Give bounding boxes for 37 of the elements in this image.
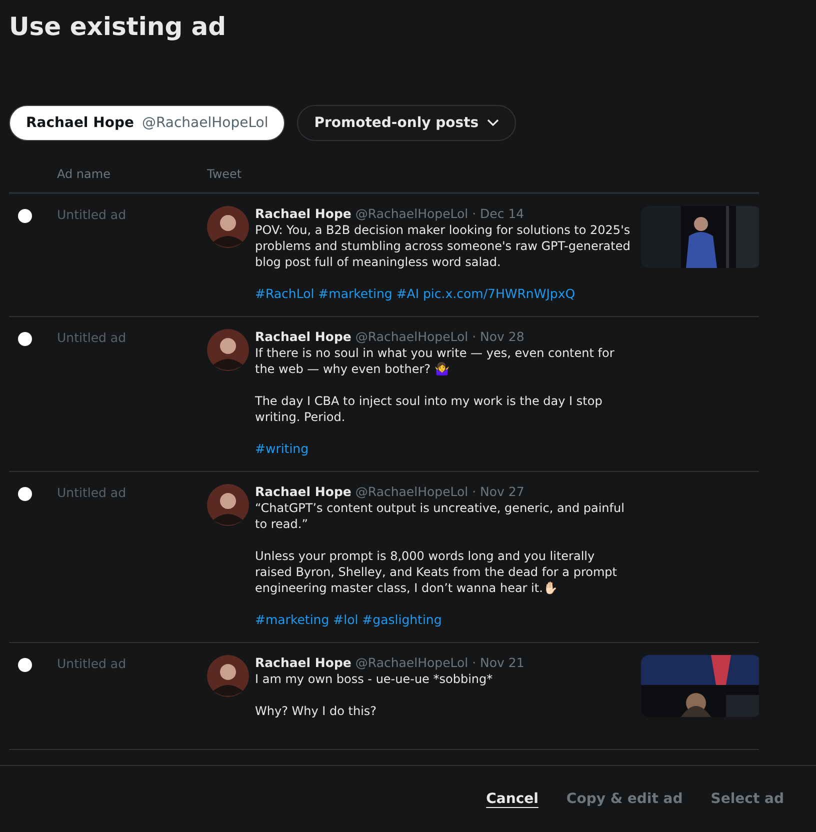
tweet-text: “ChatGPT’s content output is uncreative, generic, and painful to read.” bbox=[255, 500, 626, 532]
author-name: Rachael Hope bbox=[255, 329, 352, 345]
footer-button[interactable]: Cancel bbox=[474, 785, 550, 813]
ad-name: Untitled ad bbox=[57, 206, 128, 224]
column-header: Ad name bbox=[57, 167, 112, 181]
avatar-icon bbox=[207, 329, 249, 371]
hashtag-links[interactable]: #marketing #lol #gaslighting bbox=[255, 612, 635, 628]
avatar-icon bbox=[207, 206, 249, 248]
radio-button[interactable] bbox=[18, 658, 32, 672]
tweet-text: Why? Why I do this? bbox=[255, 703, 378, 719]
tweet-text: POV: You, a B2B decision maker looking for solutions to 2025's problems and stumbling across someone's raw GPT-generated blog post full of meaningless word salad. bbox=[255, 222, 632, 270]
tweet-text: Unless your prompt is 8,000 words long and you literally raised Byron, Shelley, and Keats from the dead for a prompt engineering master class, I don’t wanna hear it.✋🏻 bbox=[255, 548, 618, 596]
chevron-down-icon bbox=[486, 119, 499, 127]
account-chip[interactable]: Rachael Hope @RachaelHopeLol bbox=[9, 105, 286, 141]
radio-button[interactable] bbox=[18, 487, 32, 501]
avatar-icon bbox=[207, 484, 249, 526]
filter-dropdown[interactable]: Promoted-only posts bbox=[297, 105, 516, 141]
tweet-meta: @RachaelHopeLol · Nov 28 bbox=[355, 329, 524, 345]
tweet-text: I am my own boss - ue-ue-ue *sobbing* bbox=[255, 671, 494, 687]
hashtag-links[interactable]: #writing bbox=[255, 441, 635, 457]
author-name: Rachael Hope bbox=[255, 655, 352, 671]
column-header: Tweet bbox=[207, 167, 243, 181]
tweet-text: If there is no soul in what you write — yes, even content for the web — why even bother? 🤷‍♀ bbox=[255, 345, 616, 377]
tweet-text: The day I CBA to inject soul into my work is the day I stop writing. Period. bbox=[255, 393, 604, 425]
page-title: Use existing ad bbox=[8, 11, 228, 43]
ad-name: Untitled ad bbox=[57, 329, 128, 347]
hashtag-links[interactable]: #RachLol #marketing #AI pic.x.com/7HWRnWJpxQ bbox=[255, 286, 635, 302]
tweet-meta: @RachaelHopeLol · Dec 14 bbox=[355, 206, 524, 222]
author-name: Rachael Hope bbox=[255, 484, 352, 500]
avatar-icon bbox=[207, 655, 249, 697]
ad-name: Untitled ad bbox=[57, 655, 128, 673]
radio-button[interactable] bbox=[18, 209, 32, 223]
tweet-meta: @RachaelHopeLol · Nov 21 bbox=[355, 655, 524, 671]
radio-button[interactable] bbox=[18, 332, 32, 346]
author-name: Rachael Hope bbox=[255, 206, 352, 222]
tweet-meta: @RachaelHopeLol · Nov 27 bbox=[355, 484, 524, 500]
ad-name: Untitled ad bbox=[57, 484, 128, 502]
